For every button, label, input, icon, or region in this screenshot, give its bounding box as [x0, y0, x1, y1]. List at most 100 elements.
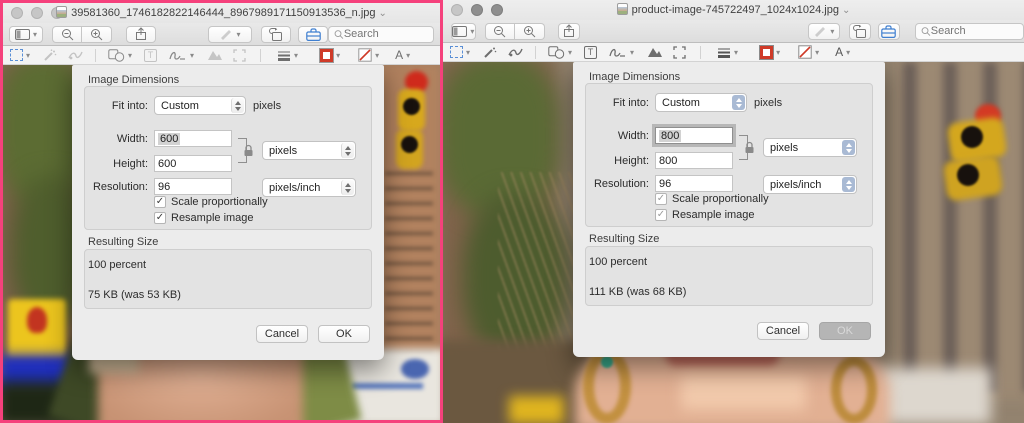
chevron-down-icon: ▾ [236, 30, 240, 39]
scale-proportionally-checkbox[interactable]: ✓ Scale proportionally [655, 193, 769, 205]
border-color-button[interactable]: ▾ [320, 48, 340, 63]
cancel-button[interactable]: Cancel [256, 325, 308, 343]
markup-toolbox-button[interactable] [298, 26, 328, 43]
text-style-button[interactable]: A ▾ [395, 48, 410, 63]
markup-toolbox-button[interactable] [878, 23, 900, 40]
photo-truck-text [351, 383, 423, 389]
textbox-icon: T [584, 46, 597, 59]
text-tool-button[interactable]: T [144, 48, 157, 63]
zoom-out-button[interactable] [52, 26, 82, 43]
resample-image-checkbox[interactable]: ✓ Resample image [154, 212, 254, 224]
chevron-down-icon: ▾ [128, 51, 132, 60]
ok-button[interactable]: OK [819, 322, 871, 340]
shape-style-button[interactable]: ▾ [277, 48, 298, 63]
search-field[interactable] [328, 26, 434, 43]
sketch-icon [508, 46, 523, 58]
title-chevron-icon[interactable]: ⌄ [842, 5, 850, 16]
markup-pen-button[interactable]: ▾ [808, 23, 840, 40]
markup-toolbar: ▾ ▾ T ▾ [443, 43, 1024, 62]
height-input[interactable]: 800 [655, 152, 733, 169]
adjust-color-button[interactable] [207, 48, 223, 63]
fit-into-select[interactable]: Custom [655, 93, 747, 112]
text-style-button[interactable]: A ▾ [835, 45, 850, 60]
rotate-button[interactable] [261, 26, 291, 43]
photo-canvas-left: Image Dimensions Fit into: Custom pixels… [3, 65, 440, 420]
resulting-size-label: Resulting Size [88, 236, 158, 248]
window-title: 39581360_1746182822146444_89679891711509… [3, 6, 440, 19]
shapes-button[interactable]: ▾ [548, 45, 572, 60]
selection-tool-button[interactable]: ▾ [10, 48, 30, 63]
border-color-icon [760, 46, 773, 59]
toolbar-divider [95, 49, 96, 62]
search-icon [334, 29, 344, 40]
sign-button[interactable]: ▾ [169, 48, 194, 63]
resolution-label: Resolution: [587, 178, 649, 190]
resulting-file-size: 75 KB (was 53 KB) [88, 289, 181, 301]
instant-alpha-button[interactable] [483, 45, 497, 60]
toolbar-divider [260, 49, 261, 62]
fill-color-button[interactable]: ▾ [358, 48, 379, 63]
adjust-size-button[interactable] [673, 45, 686, 60]
shape-style-button[interactable]: ▾ [717, 45, 738, 60]
selection-tool-button[interactable]: ▾ [450, 45, 470, 60]
sidebar-toggle-button[interactable]: ▾ [9, 26, 43, 43]
search-field[interactable] [915, 23, 1024, 40]
resolution-unit-select[interactable]: pixels/inch [763, 175, 857, 194]
width-input[interactable]: 800 [655, 127, 733, 144]
width-input[interactable]: 600 [154, 130, 232, 147]
magic-wand-icon [43, 49, 57, 62]
zoom-out-button[interactable] [485, 23, 515, 40]
text-tool-button[interactable]: T [584, 45, 597, 60]
sketch-tool-button[interactable] [508, 45, 523, 60]
search-input[interactable] [931, 25, 1018, 37]
zoom-button-group [485, 23, 545, 40]
resolution-input[interactable]: 96 [154, 178, 232, 195]
adjust-color-button[interactable] [647, 45, 663, 60]
chevron-down-icon: ▾ [815, 48, 819, 57]
sketch-icon [68, 49, 83, 61]
share-button[interactable] [126, 26, 156, 43]
scale-proportionally-checkbox[interactable]: ✓ Scale proportionally [154, 196, 268, 208]
lock-icon[interactable] [744, 141, 755, 154]
resolution-input[interactable]: 96 [655, 175, 733, 192]
magic-wand-icon [483, 46, 497, 59]
border-color-button[interactable]: ▾ [760, 45, 780, 60]
shapes-button[interactable]: ▾ [108, 48, 132, 63]
fill-color-button[interactable]: ▾ [798, 45, 819, 60]
zoom-in-button[interactable] [82, 26, 112, 43]
titlebar[interactable]: 39581360_1746182822146444_89679891711509… [3, 3, 440, 23]
main-toolbar: ▾ ▾ [443, 20, 1024, 43]
resample-image-checkbox[interactable]: ✓ Resample image [655, 209, 755, 221]
markup-pen-button[interactable]: ▾ [208, 26, 252, 43]
adjust-size-button[interactable] [233, 48, 246, 63]
chevron-down-icon: ▾ [568, 48, 572, 57]
fit-into-label: Fit into: [587, 97, 649, 109]
rotate-button[interactable] [849, 23, 871, 40]
markup-toolbar: ▾ ▾ T ▾ [3, 46, 440, 65]
title-chevron-icon[interactable]: ⌄ [379, 8, 387, 19]
chevron-down-icon: ▾ [830, 27, 834, 36]
size-unit-select[interactable]: pixels [763, 138, 857, 157]
zoom-in-button[interactable] [515, 23, 545, 40]
search-input[interactable] [344, 28, 428, 40]
titlebar[interactable]: product-image-745722497_1024x1024.jpg⌄ [443, 0, 1024, 20]
sketch-tool-button[interactable] [68, 48, 83, 63]
window-title: product-image-745722497_1024x1024.jpg⌄ [443, 3, 1024, 16]
sidebar-toggle-button[interactable]: ▾ [451, 23, 476, 40]
instant-alpha-button[interactable] [43, 48, 57, 63]
height-input[interactable]: 600 [154, 155, 232, 172]
fit-into-select[interactable]: Custom [154, 96, 246, 115]
size-unit-select[interactable]: pixels [262, 141, 356, 160]
resolution-label: Resolution: [86, 181, 148, 193]
photo-chin-highlight [681, 376, 806, 410]
resulting-percent: 100 percent [88, 259, 146, 271]
ok-button[interactable]: OK [318, 325, 370, 343]
lock-icon[interactable] [243, 144, 254, 157]
resolution-unit-select[interactable]: pixels/inch [262, 178, 356, 197]
chevron-down-icon: ▾ [630, 48, 634, 57]
adjust-color-icon [647, 46, 663, 58]
cancel-button[interactable]: Cancel [757, 322, 809, 340]
share-button[interactable] [558, 23, 580, 40]
sign-button[interactable]: ▾ [609, 45, 634, 60]
selection-icon [10, 49, 23, 61]
